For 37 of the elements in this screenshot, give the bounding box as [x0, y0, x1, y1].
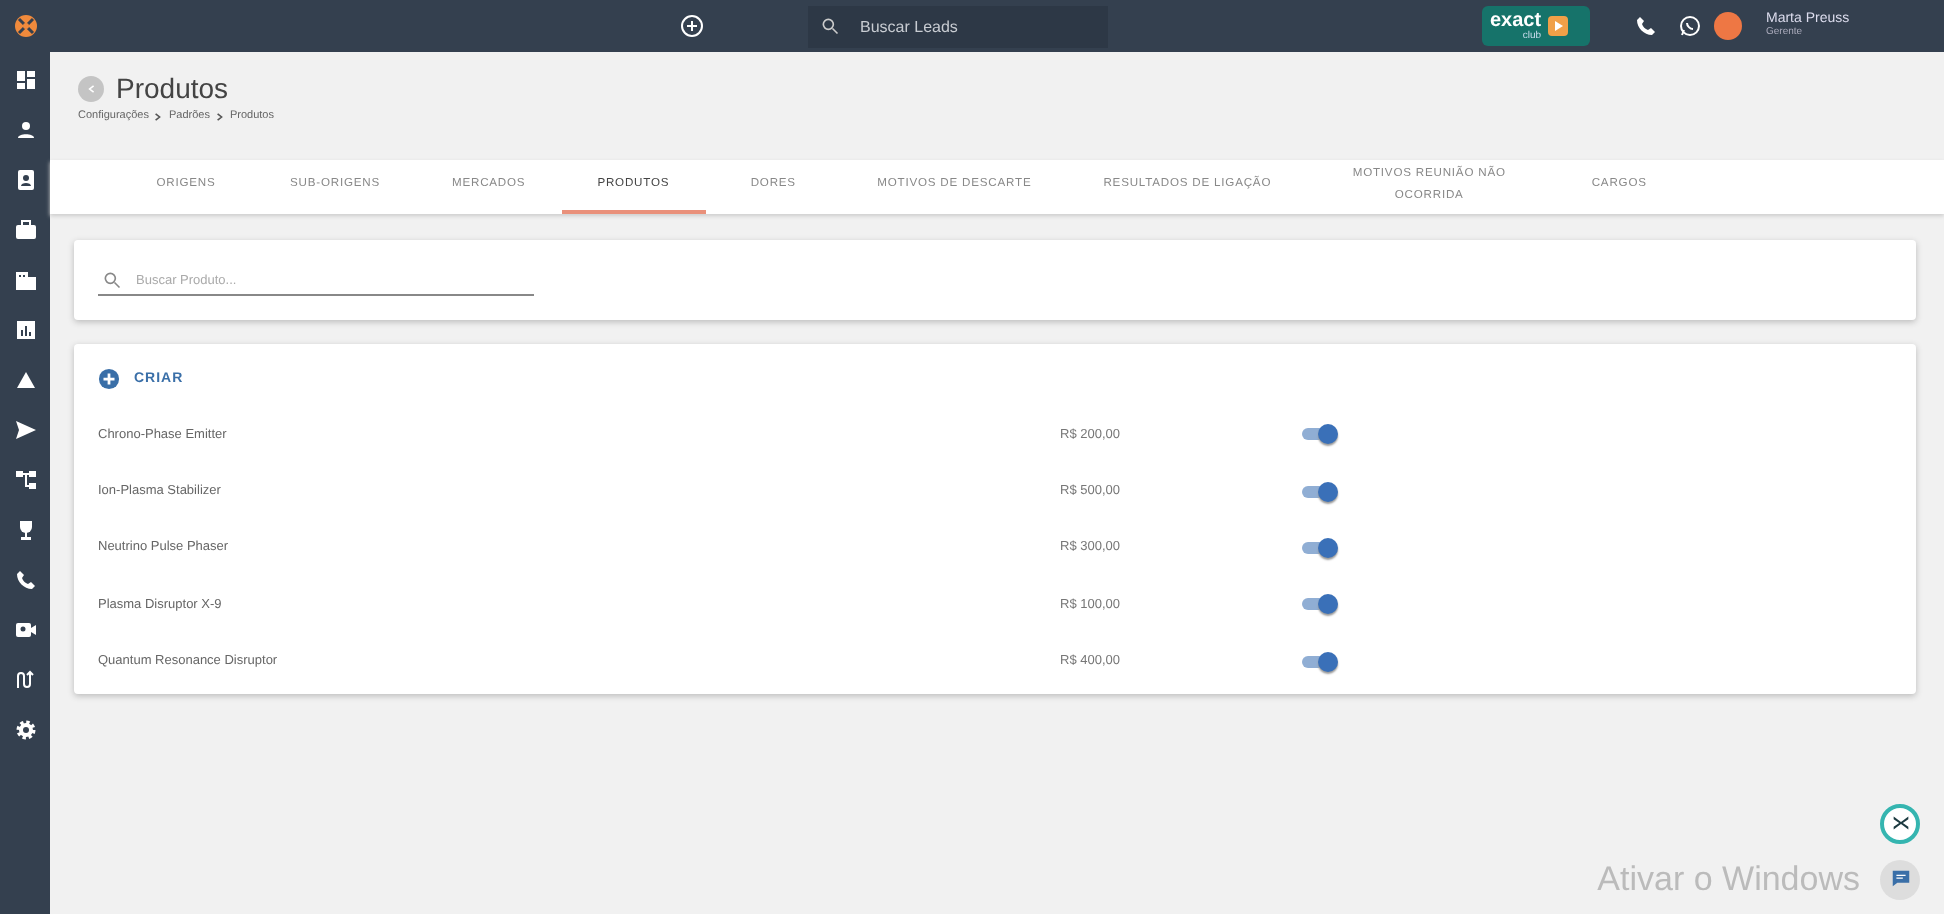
person-icon[interactable]	[13, 118, 37, 142]
chevron-right-icon	[215, 111, 224, 121]
logo-icon[interactable]	[13, 14, 37, 38]
toggle-switch[interactable]	[1300, 537, 1338, 558]
chat-icon	[1889, 868, 1911, 891]
logo-text: exact	[1490, 11, 1542, 31]
shapes-icon[interactable]	[13, 368, 37, 392]
search-icon	[820, 16, 840, 36]
chat-button[interactable]	[1880, 859, 1920, 900]
add-icon	[98, 368, 120, 390]
toggle-switch[interactable]	[1300, 594, 1338, 615]
toggle-switch[interactable]	[1300, 651, 1338, 672]
building-icon[interactable]	[13, 268, 37, 292]
chart-icon[interactable]	[13, 318, 37, 342]
send-icon[interactable]	[13, 418, 37, 442]
settings-icon[interactable]	[13, 718, 37, 742]
play-icon	[1545, 14, 1570, 38]
video-icon[interactable]	[13, 618, 37, 642]
phone-icon[interactable]	[1634, 14, 1658, 38]
toggle-switch[interactable]	[1300, 424, 1338, 445]
search-bar[interactable]: Buscar Leads	[808, 5, 1108, 47]
add-icon[interactable]	[680, 14, 704, 38]
briefcase-icon[interactable]	[13, 218, 37, 242]
page-title: Produtos	[116, 72, 229, 104]
dashboard-icon[interactable]	[13, 68, 37, 92]
chevron-left-icon	[87, 83, 95, 93]
phone-icon[interactable]	[13, 568, 37, 592]
search-icon	[102, 270, 122, 290]
chat-icon[interactable]	[1678, 14, 1702, 38]
contact-card-icon[interactable]	[13, 168, 37, 192]
hierarchy-icon[interactable]	[13, 468, 37, 492]
toggle-switch[interactable]	[1300, 481, 1338, 502]
avatar[interactable]	[1714, 12, 1742, 40]
chevron-right-icon	[154, 111, 163, 121]
route-icon[interactable]	[13, 668, 37, 692]
search-input[interactable]: Buscar Leads	[856, 15, 1076, 37]
help-button[interactable]	[1880, 803, 1920, 844]
